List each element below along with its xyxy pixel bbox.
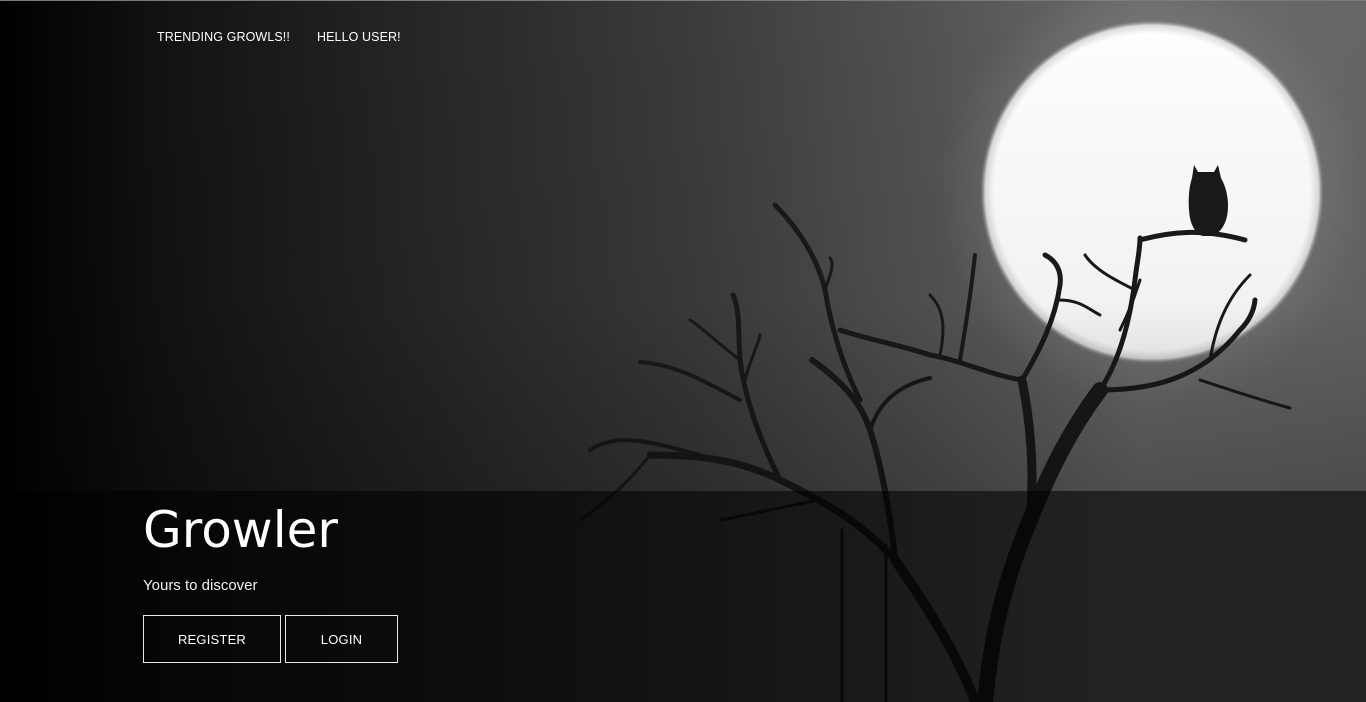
nav-link-trending-growls[interactable]: TRENDING GROWLS!! <box>157 29 290 45</box>
page: TRENDING GROWLS!! HELLO USER! Growler Yo… <box>0 0 1366 702</box>
login-button[interactable]: LOGIN <box>285 615 398 663</box>
register-button[interactable]: REGISTER <box>143 615 281 663</box>
hero-buttons: REGISTER LOGIN <box>143 615 398 663</box>
moon-icon <box>980 20 1324 364</box>
hero-subtitle: Yours to discover <box>143 577 258 594</box>
top-nav: TRENDING GROWLS!! HELLO USER! <box>157 29 401 45</box>
nav-link-hello-user[interactable]: HELLO USER! <box>317 29 401 45</box>
hero-title: Growler <box>143 501 338 559</box>
hero-section: Growler Yours to discover REGISTER LOGIN <box>143 500 398 663</box>
